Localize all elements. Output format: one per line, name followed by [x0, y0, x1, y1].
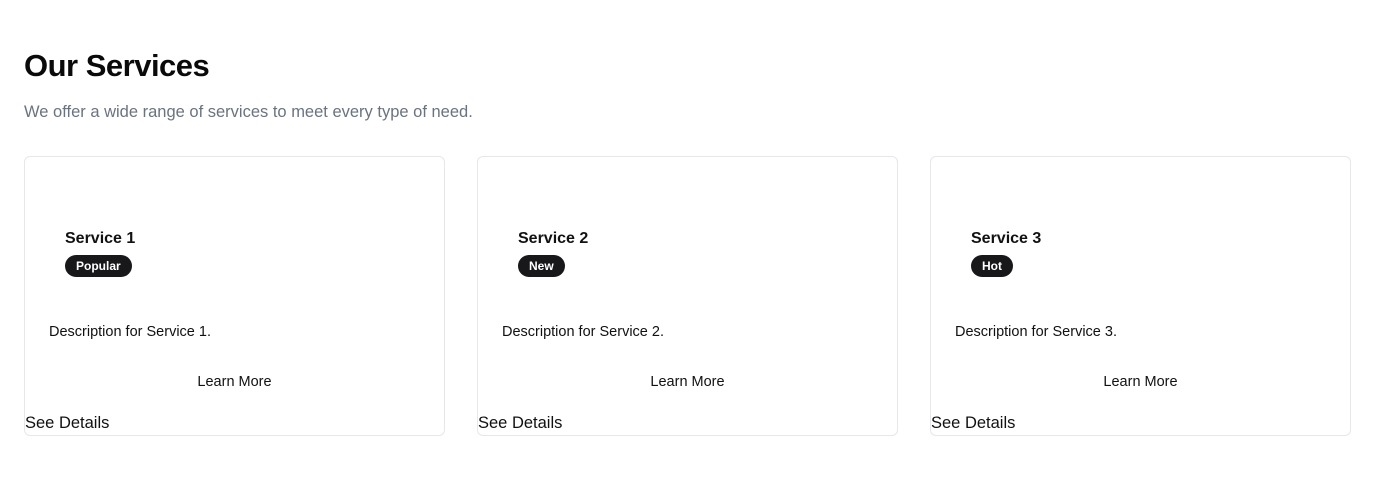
- service-card: Service 3 Hot Description for Service 3.…: [930, 156, 1351, 436]
- learn-more-button[interactable]: Learn More: [25, 372, 444, 392]
- services-page: Our Services We offer a wide range of se…: [0, 0, 1376, 484]
- service-description: Description for Service 2.: [502, 324, 664, 340]
- service-title: Service 3: [971, 230, 1042, 247]
- service-title: Service 1: [65, 230, 136, 247]
- service-card: Service 1 Popular Description for Servic…: [24, 156, 445, 436]
- status-badge: Hot: [971, 255, 1013, 277]
- see-details-link[interactable]: See Details: [25, 412, 109, 434]
- status-badge: New: [518, 255, 565, 277]
- learn-more-button[interactable]: Learn More: [931, 372, 1350, 392]
- service-description: Description for Service 1.: [49, 324, 211, 340]
- see-details-link[interactable]: See Details: [478, 412, 562, 434]
- status-badge: Popular: [65, 255, 132, 277]
- learn-more-button[interactable]: Learn More: [478, 372, 897, 392]
- see-details-link[interactable]: See Details: [931, 412, 1015, 434]
- service-title: Service 2: [518, 230, 589, 247]
- service-card: Service 2 New Description for Service 2.…: [477, 156, 898, 436]
- page-subtitle: We offer a wide range of services to mee…: [24, 103, 473, 121]
- service-cards: Service 1 Popular Description for Servic…: [24, 156, 1351, 436]
- service-description: Description for Service 3.: [955, 324, 1117, 340]
- page-title: Our Services: [24, 48, 210, 83]
